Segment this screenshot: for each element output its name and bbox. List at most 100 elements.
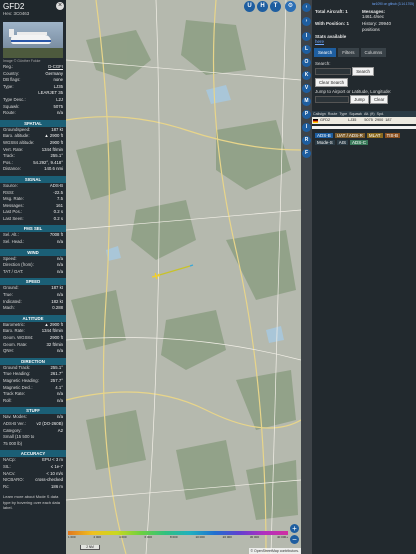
info-label: Route: (3, 110, 16, 116)
expand-panel-icon[interactable]: › (302, 17, 311, 26)
info-row: Type: LJ35 (0, 84, 66, 91)
info-value: EPU < 3 m (42, 457, 63, 463)
info-label: NICBARO: (3, 477, 24, 483)
toolbar-button-0[interactable]: I (302, 32, 311, 41)
close-icon[interactable]: × (56, 2, 64, 10)
altitude-label: 2 000 (93, 535, 102, 539)
toolbar-button-9[interactable]: F (302, 149, 311, 158)
info-value: 2900 ft (49, 335, 63, 340)
detail-sections: SPATIAL Groundspeed: 187 kt Baro. altitude:… (0, 119, 66, 491)
info-label: TAT / OAT: (3, 268, 24, 274)
info-row: Rc: 186 m (0, 484, 66, 491)
info-row: Type Desc.: L2J (0, 97, 66, 104)
tab-columns[interactable]: Columns (360, 48, 387, 58)
info-row: True Heading: 261.7° (0, 371, 66, 378)
info-label: Indicated: (3, 298, 22, 304)
info-value[interactable]: D-CGFI (48, 64, 63, 71)
clear-search-button[interactable]: Clear Search (315, 78, 349, 88)
zoom-in-button[interactable]: + (290, 524, 299, 533)
stats-here-link[interactable]: here (315, 39, 324, 44)
map-attribution[interactable]: © OpenStreetMap contributors. (248, 548, 301, 554)
map-view[interactable]: U H T ⚙ + − 1 000 2 000 4 000 6 000 8 000 10 … (66, 0, 301, 554)
info-value: 255.1° (50, 153, 63, 159)
info-row: Nav. Modes: n/a (0, 414, 66, 421)
info-value: ▲ 2900 ft (44, 133, 63, 139)
info-row: ADS-B Ver.: v2 (DO-260B) (0, 421, 66, 428)
info-label: Type Desc.: (3, 96, 26, 102)
info-row: Roll: n/a (0, 398, 66, 405)
jump-button[interactable]: Jump (350, 95, 369, 105)
map-toggle-h-button[interactable]: H (257, 1, 268, 12)
map-toggle-t-button[interactable]: T (270, 1, 281, 12)
search-input[interactable] (315, 68, 351, 76)
map-toggle-u-button[interactable]: U (244, 1, 255, 12)
hex-code: Hex: 3C0463 (3, 11, 30, 16)
aircraft-photo[interactable] (3, 22, 63, 58)
search-button[interactable]: Search (352, 67, 374, 77)
altitude-label: 30 000 (249, 535, 260, 539)
info-label: Geom. Rate: (3, 341, 28, 347)
toolbar-button-1[interactable]: L (302, 45, 311, 54)
tab-search[interactable]: Search (314, 48, 337, 58)
info-row: NICBARO: cross-checked (0, 477, 66, 484)
info-row: Baro. Rate: 1344 ft/min (0, 328, 66, 335)
info-label: QNH: (3, 348, 14, 354)
column-header[interactable]: Alt. (ft) (364, 112, 375, 116)
toolbar-button-8[interactable]: R (302, 136, 311, 145)
info-value: n/a (57, 414, 63, 420)
info-value: 5075 (53, 103, 63, 109)
info-label: Magnetic Heading: (3, 377, 39, 383)
collapse-panel-icon[interactable]: ‹ (302, 3, 311, 12)
altitude-label: 1 000 (68, 535, 76, 539)
info-label: Small (15 500 to (3, 434, 35, 440)
column-header[interactable]: Type (339, 112, 347, 116)
table-row[interactable]: GFD2 LJ35 5075 2900 187 (312, 117, 416, 125)
info-header: GFD2 Hex: 3C0463 × (0, 0, 66, 20)
map-canvas[interactable] (66, 0, 301, 554)
aircraft-list-panel: tar1090 on github (3.14.1705) Total Airc… (312, 0, 416, 554)
toolbar-button-2[interactable]: O (302, 58, 311, 67)
legend-badge: AIS (336, 140, 349, 146)
jump-input[interactable] (315, 96, 349, 104)
column-header[interactable]: Callsign (313, 112, 326, 116)
info-label: Messages: (3, 202, 24, 208)
column-header[interactable]: Squawk (349, 112, 362, 116)
aircraft-marker[interactable] (151, 272, 161, 280)
info-value: LJ35 (53, 83, 63, 89)
section-header: SIGNAL (0, 175, 66, 183)
info-row: LEARJET 35 (0, 90, 66, 97)
info-row: Messages: 161 (0, 203, 66, 210)
info-value: n/a (57, 397, 63, 403)
clear-jump-button[interactable]: Clear (370, 95, 389, 105)
panel-tabs: Search Filters Columns (314, 48, 414, 58)
info-value: n/a (57, 110, 63, 116)
toolbar-button-4[interactable]: V (302, 84, 311, 93)
toolbar-button-5[interactable]: M (302, 97, 311, 106)
section-header: STUFF (0, 407, 66, 415)
column-header[interactable]: Route (328, 112, 338, 116)
info-label: WGS84 altitude: (3, 139, 35, 145)
settings-gear-icon[interactable]: ⚙ (285, 1, 296, 12)
info-value: 7.5 (57, 196, 63, 202)
with-position: With Position: 1 (315, 21, 349, 27)
tab-filters[interactable]: Filters (338, 48, 359, 58)
info-value: -22.5 (53, 189, 63, 195)
toolbar-button-7[interactable]: I (302, 123, 311, 132)
column-header[interactable]: Spd. (377, 112, 384, 116)
info-row: DB flags: none (0, 77, 66, 84)
info-value: 54.292°, 9.418° (33, 159, 63, 165)
altitude-label: 20 000 (222, 535, 232, 539)
info-label: SIL: (3, 463, 11, 469)
info-label: Msg. Rate: (3, 196, 24, 202)
aircraft-info-panel: GFD2 Hex: 3C0463 × Image © Günther Fokke… (0, 0, 66, 554)
info-row: Category: A2 (0, 428, 66, 435)
info-row: Sel. Alt.: 7008 ft (0, 232, 66, 239)
toolbar-button-3[interactable]: K (302, 71, 311, 80)
info-value: n/a (57, 268, 63, 274)
info-value: < 10 m/s (46, 470, 63, 476)
info-row: Track: 255.1° (0, 153, 66, 160)
zoom-out-button[interactable]: − (290, 535, 299, 544)
altitude-color-legend: 1 000 2 000 4 000 6 000 8 000 10 000 20 000 30 … (68, 531, 288, 539)
basic-info: Reg.: D-CGFI Country: Germany DB flags: none T… (0, 64, 66, 117)
toolbar-button-6[interactable]: P (302, 110, 311, 119)
